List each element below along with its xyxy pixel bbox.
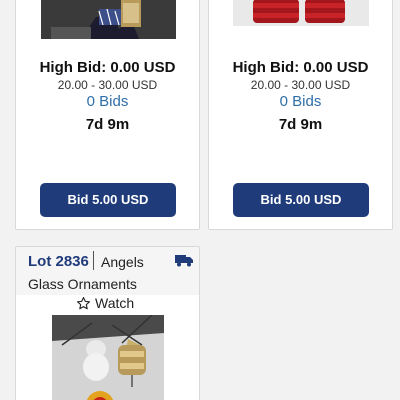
lot-thumbnail[interactable] — [41, 0, 176, 39]
high-bid: High Bid: 0.00 USD — [232, 59, 369, 76]
truck-icon — [175, 255, 193, 267]
ornaments-image — [52, 315, 164, 400]
lot-photo[interactable] — [52, 315, 164, 400]
bid-count-link[interactable]: 0 Bids — [209, 93, 392, 110]
lot-card: High Bid: 0.00 USD 20.00 - 30.00 USD 0 B… — [208, 0, 393, 230]
lot-number-link[interactable]: Lot 2836 — [28, 253, 89, 270]
estimate-range: 20.00 - 30.00 USD — [57, 78, 158, 92]
time-remaining: 7d 9m — [85, 116, 130, 133]
bid-button[interactable]: Bid 5.00 USD — [233, 183, 369, 217]
estimate-range: 20.00 - 30.00 USD — [250, 78, 351, 92]
lot-header: Lot 2836 Angels Glass Ornaments — [16, 247, 199, 295]
bid-button[interactable]: Bid 5.00 USD — [40, 183, 176, 217]
lot-title-link[interactable]: Angels — [101, 254, 144, 270]
lot-card: Lot 2836 Angels Glass Ornaments Watch — [15, 246, 200, 400]
thumbnail-image — [233, 0, 369, 26]
watch-button[interactable]: Watch — [76, 295, 134, 311]
lot-title-continued[interactable]: Glass Ornaments — [28, 276, 137, 292]
title-divider — [93, 251, 94, 270]
high-bid: High Bid: 0.00 USD — [39, 59, 176, 76]
watch-label: Watch — [95, 295, 135, 311]
lot-card: High Bid: 0.00 USD 20.00 - 30.00 USD 0 B… — [15, 0, 200, 230]
thumbnail-image — [41, 0, 176, 39]
lot-thumbnail[interactable] — [233, 0, 369, 26]
time-remaining: 7d 9m — [278, 116, 323, 133]
star-icon — [77, 296, 90, 309]
bid-count-link[interactable]: 0 Bids — [16, 93, 199, 110]
